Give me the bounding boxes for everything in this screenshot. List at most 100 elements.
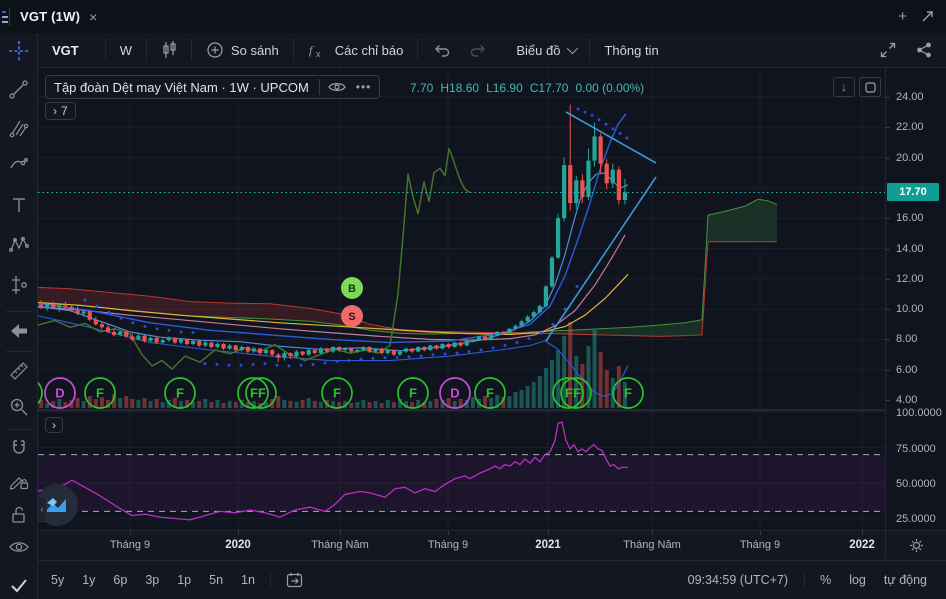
buy-signal: B	[341, 277, 363, 299]
price-axis-tick	[886, 157, 890, 159]
gear-icon[interactable]	[909, 538, 924, 553]
scroll-to-recent-icon[interactable]: ↓	[833, 77, 855, 97]
ohlc-high: H18.60	[440, 81, 480, 95]
price-axis-tick	[886, 248, 890, 250]
collapsed-indicators-badge[interactable]: › 7	[45, 102, 76, 120]
price-axis-tick	[886, 339, 890, 341]
price-axis-label: 4.00	[896, 394, 918, 407]
crosshair-tool[interactable]	[7, 39, 31, 63]
indicators-button[interactable]: fx Các chỉ báo	[294, 33, 418, 68]
chart-svg: BSFDFFFFFFDFFFF	[38, 68, 885, 530]
chart-style-button[interactable]	[147, 33, 191, 68]
sidebar-collapse-handle[interactable]: ‹	[38, 496, 47, 522]
axis-settings-corner[interactable]	[885, 530, 946, 559]
redo-button[interactable]	[466, 33, 502, 68]
popout-window-icon[interactable]	[921, 10, 934, 23]
add-tab-icon[interactable]: +	[898, 9, 907, 24]
price-axis-label: 10.00	[896, 303, 924, 316]
chart-canvas[interactable]: BSFDFFFFFFDFFFF Tập đoàn Dệt may Việt Na…	[38, 68, 946, 530]
layout-button[interactable]: Biểu đồ	[502, 33, 589, 68]
price-axis-label: 12.00	[896, 272, 924, 285]
brush-tool[interactable]	[7, 153, 31, 177]
plus-circle-icon	[207, 42, 223, 58]
svg-text:FF: FF	[250, 386, 266, 401]
xabcd-pattern-tool[interactable]	[7, 233, 31, 257]
fx-icon: fx	[309, 43, 321, 59]
fullscreen-icon[interactable]	[872, 34, 904, 66]
trend-line-tool[interactable]	[7, 77, 31, 101]
svg-text:D: D	[55, 386, 64, 401]
price-axis-tick	[886, 400, 890, 402]
rsi-pane	[38, 421, 885, 521]
interval-button[interactable]: W	[106, 33, 146, 68]
time-axis-tick	[340, 531, 341, 535]
eye-icon[interactable]	[328, 81, 346, 93]
rsi-axis-label: 50.0000	[896, 478, 936, 490]
price-axis[interactable]: 17.70 24.00 22.00 20.00 16.00 14.00 12.00 10.0…	[885, 68, 946, 530]
drawing-toolbar	[0, 33, 38, 599]
time-axis-tick	[652, 531, 653, 535]
range-1d[interactable]: 1n	[232, 573, 264, 587]
ohlc-change: 0.00 (0.00%)	[575, 81, 645, 95]
svg-text:F: F	[176, 386, 184, 401]
pitchfork-tool[interactable]	[7, 115, 31, 139]
symbol-button[interactable]: VGT	[38, 33, 105, 68]
time-axis-tick	[238, 531, 239, 535]
maximize-pane-icon[interactable]	[859, 77, 881, 97]
svg-text:f: f	[309, 43, 314, 57]
watchlist-icon[interactable]	[0, 7, 10, 26]
range-5d[interactable]: 5n	[200, 573, 232, 587]
text-tool[interactable]	[7, 193, 31, 217]
price-axis-label: 16.00	[896, 212, 924, 225]
time-axis-label: Tháng Năm	[311, 539, 369, 551]
svg-text:F: F	[96, 386, 104, 401]
arrow-tool[interactable]	[7, 319, 31, 343]
auto-scale-toggle[interactable]: tự động	[875, 573, 936, 587]
svg-text:F: F	[624, 386, 632, 401]
percent-scale-toggle[interactable]: %	[811, 573, 840, 587]
forecast-tool[interactable]	[7, 273, 31, 297]
tab-close-icon[interactable]: ×	[89, 9, 97, 25]
price-axis-tick	[886, 97, 890, 98]
range-1m[interactable]: 1p	[168, 573, 200, 587]
compare-button[interactable]: So sánh	[192, 33, 293, 68]
lock-drawings-tool[interactable]	[7, 503, 31, 527]
sar-dots	[83, 107, 629, 368]
price-axis-label: 6.00	[896, 363, 918, 376]
rsi-axis-label: 100.0000	[896, 407, 942, 420]
magnet-tool[interactable]	[7, 437, 31, 461]
time-axis-label: 2020	[225, 539, 251, 551]
ohlc-low: L16.90	[486, 81, 523, 95]
time-axis-label: 2022	[849, 539, 875, 551]
svg-text:x: x	[316, 49, 321, 59]
object-tree-check-icon[interactable]	[7, 573, 31, 597]
go-to-date-icon[interactable]	[277, 572, 312, 588]
price-axis-tick	[886, 127, 890, 129]
candlestick-icon	[163, 41, 176, 58]
range-6m[interactable]: 6p	[104, 573, 136, 587]
range-1y[interactable]: 1y	[73, 573, 104, 587]
undo-button[interactable]	[418, 33, 466, 68]
ichimoku-cloud	[38, 198, 778, 337]
symbol-legend[interactable]: Tập đoàn Dệt may Việt Nam · 1W · UPCOM •…	[45, 75, 381, 99]
zoom-in-tool[interactable]	[7, 395, 31, 419]
legend-more-icon[interactable]: •••	[356, 80, 372, 94]
svg-text:F: F	[333, 386, 341, 401]
price-axis-tick	[886, 218, 890, 220]
stay-drawing-mode-tool[interactable]	[7, 469, 31, 493]
time-axis-tick	[130, 531, 131, 535]
pane2-collapse-button[interactable]: ›	[45, 417, 63, 433]
share-icon[interactable]	[908, 34, 940, 66]
time-axis[interactable]: Tháng 9 2020 Tháng Năm Tháng 9 2021 Tháng Năm…	[38, 530, 885, 559]
tab-title[interactable]: VGT (1W)	[20, 9, 80, 24]
measure-ruler-tool[interactable]	[7, 359, 31, 383]
range-3m[interactable]: 3p	[136, 573, 168, 587]
svg-text:F: F	[486, 386, 494, 401]
current-price-badge: 17.70	[887, 183, 939, 202]
log-scale-toggle[interactable]: log	[840, 573, 875, 587]
legend-title: Tập đoàn Dệt may Việt Nam · 1W · UPCOM	[54, 79, 309, 95]
hide-drawings-icon[interactable]	[7, 535, 31, 559]
clock-display[interactable]: 09:34:59 (UTC+7)	[678, 573, 798, 587]
range-5y[interactable]: 5y	[42, 573, 73, 587]
info-button[interactable]: Thông tin	[590, 33, 672, 68]
